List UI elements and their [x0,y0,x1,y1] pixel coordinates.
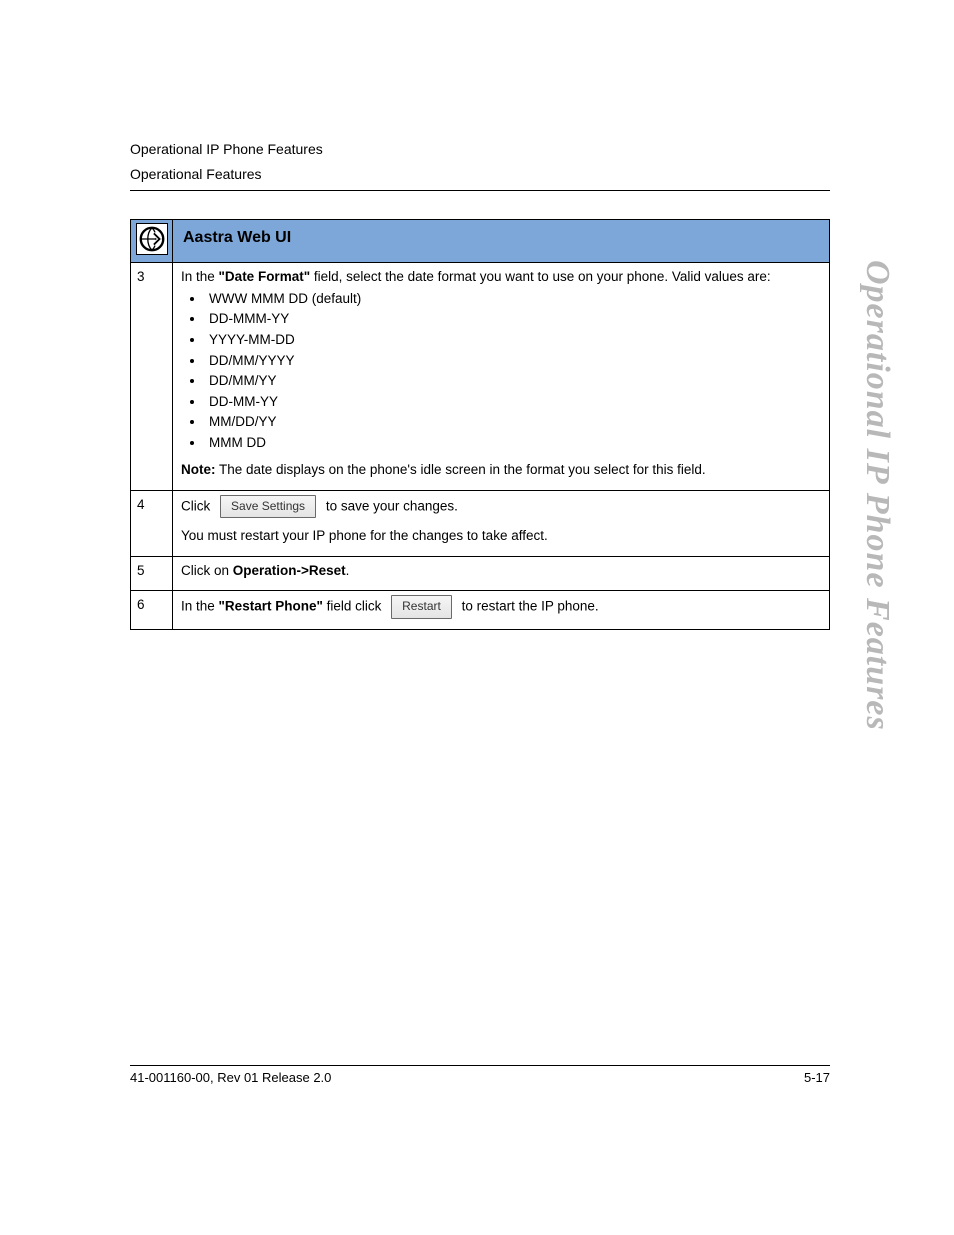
step3-intro-post: field, select the date format you want t… [310,269,771,284]
list-item: MMM DD [205,433,821,453]
step-number: 6 [131,591,173,629]
footer-right: 5-17 [804,1070,830,1085]
list-item: DD-MM-YY [205,392,821,412]
step-number: 5 [131,556,173,591]
globe-arrow-icon [136,223,168,255]
table-row: 5 Click on Operation->Reset. [131,556,830,591]
table-header-row: Aastra Web UI [131,219,830,263]
step4-restart-note: You must restart your IP phone for the c… [181,526,821,546]
step-number: 4 [131,490,173,556]
step5-bold: Operation->Reset [233,563,346,578]
side-chapter-title: Operational IP Phone Features [858,260,896,731]
list-item: DD-MMM-YY [205,309,821,329]
header-rule [130,190,830,191]
list-item: DD/MM/YY [205,371,821,391]
step-number: 3 [131,263,173,491]
list-item: YYYY-MM-DD [205,330,821,350]
step6-mid: field click [323,599,382,614]
table-title: Aastra Web UI [173,219,830,263]
procedure-table: Aastra Web UI 3 In the "Date Format" fie… [130,219,830,630]
list-item: WWW MMM DD (default) [205,289,821,309]
step-content: Click Save Settings to save your changes… [173,490,830,556]
table-row: 3 In the "Date Format" field, select the… [131,263,830,491]
step-content: In the "Restart Phone" field click Resta… [173,591,830,629]
step5-post: . [346,563,350,578]
table-row: 4 Click Save Settings to save your chang… [131,490,830,556]
step3-intro-pre: In the [181,269,219,284]
step6-post: to restart the IP phone. [462,599,599,614]
step3-intro-bold: "Date Format" [219,269,311,284]
step6-pre: In the [181,599,219,614]
list-item: MM/DD/YY [205,412,821,432]
page-content: Operational IP Phone Features Operationa… [130,140,830,630]
footer-left: 41-001160-00, Rev 01 Release 2.0 [130,1070,331,1085]
step3-note: Note: The date displays on the phone's i… [181,460,821,480]
step4-click-label: Click [181,498,210,513]
page-footer: 41-001160-00, Rev 01 Release 2.0 5-17 [130,1065,830,1085]
step6-bold: "Restart Phone" [219,599,323,614]
header-icon-cell [131,219,173,263]
note-label: Note: [181,462,216,477]
list-item: DD/MM/YYYY [205,351,821,371]
restart-button[interactable]: Restart [391,595,452,618]
step-content: In the "Date Format" field, select the d… [173,263,830,491]
note-text: The date displays on the phone's idle sc… [216,462,706,477]
step5-pre: Click on [181,563,233,578]
step-content: Click on Operation->Reset. [173,556,830,591]
table-row: 6 In the "Restart Phone" field click Res… [131,591,830,629]
save-settings-button[interactable]: Save Settings [220,495,316,518]
footer-rule [130,1065,830,1066]
running-header-line2: Operational Features [130,165,830,184]
date-format-list: WWW MMM DD (default) DD-MMM-YY YYYY-MM-D… [181,289,821,453]
step4-after: to save your changes. [326,498,458,513]
running-header-line1: Operational IP Phone Features [130,140,830,159]
